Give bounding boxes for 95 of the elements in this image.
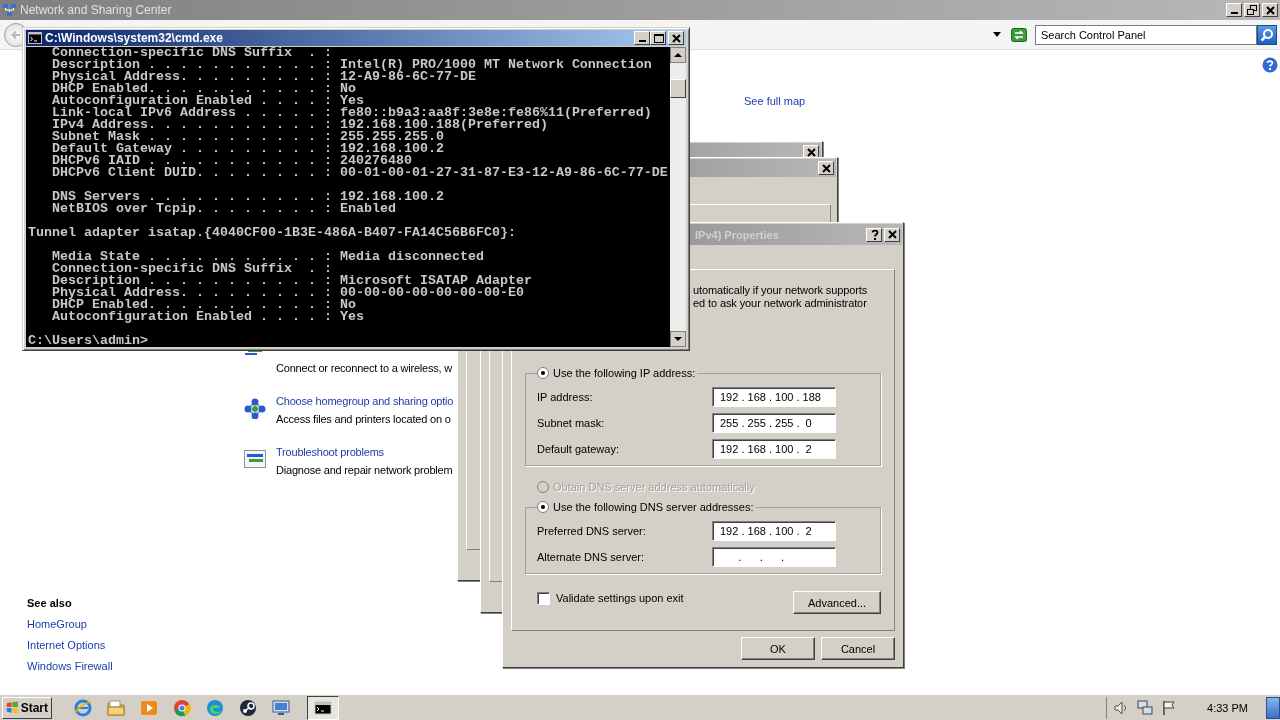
window-title: Network and Sharing Center [20, 3, 172, 17]
console-icon [28, 32, 42, 44]
ip-address-field[interactable]: 192 . 168 . 100 . 2 [712, 521, 836, 541]
ip-address-field[interactable]: 192 . 168 . 100 . 188 [712, 387, 836, 407]
play-icon [140, 698, 158, 717]
link[interactable]: Troubleshoot problems [276, 444, 384, 460]
section-heading: See also [27, 596, 73, 611]
ok-button[interactable]: OK [741, 637, 815, 660]
console-line: DHCPv6 IAID . . . . . . . . . . . : 240276480 [51, 155, 412, 167]
scrollbar[interactable] [670, 47, 686, 347]
close-icon [804, 145, 818, 159]
close-icon [669, 31, 683, 45]
description-text: ed to ask your network administrator [693, 297, 868, 310]
show-desktop-button[interactable] [1266, 696, 1280, 719]
task-description: Diagnose and repair network problem [276, 463, 453, 478]
folder-icon [107, 698, 125, 717]
refresh-icon [1011, 27, 1027, 42]
close-button[interactable] [668, 31, 684, 45]
close-icon [885, 228, 899, 241]
network-icon [1137, 699, 1154, 716]
task-description: Access files and printers located on o [276, 412, 452, 427]
network-icon [243, 448, 267, 470]
dropdown-icon [993, 32, 1001, 37]
console-line: Autoconfiguration Enabled . . . . : Yes [51, 95, 364, 107]
restore-button[interactable] [1244, 3, 1260, 17]
ip-address-field[interactable]: 255 . 255 . 255 . 0 [712, 413, 836, 433]
restore-icon [1245, 3, 1259, 17]
minimize-icon [638, 40, 646, 42]
console-icon [314, 698, 332, 717]
task-description: Connect or reconnect to a wireless, w [276, 361, 453, 376]
console-line: DHCP Enabled. . . . . . . . . . . : No [51, 83, 356, 95]
field-label: Default gateway: [537, 443, 620, 455]
console-line: Autoconfiguration Enabled . . . . : Yes [51, 311, 364, 323]
maximize-button[interactable] [650, 31, 666, 45]
console-line: NetBIOS over Tcpip. . . . . . . . : Enabled [51, 203, 396, 215]
console-line: Physical Address. . . . . . . . . : 00-00-00-00-00-00-00-E0 [51, 287, 524, 299]
console-line: DNS Servers . . . . . . . . . . . : 192.168.100.2 [51, 191, 444, 203]
console-line: Subnet Mask . . . . . . . . . . . : 255.255.255.0 [51, 131, 444, 143]
field-label: Preferred DNS server: [537, 525, 647, 537]
ip-address-field[interactable]: 192 . 168 . 100 . 2 [712, 439, 836, 459]
search-field[interactable]: Search Control Panel [1035, 24, 1257, 45]
browser-icon [206, 698, 224, 717]
minimize-button[interactable] [1226, 3, 1242, 17]
field-label: Subnet mask: [537, 417, 606, 429]
scroll-thumb[interactable] [670, 79, 686, 98]
search-button[interactable] [1257, 24, 1277, 45]
back-arrow-icon [10, 28, 22, 41]
checkbox[interactable]: Validate settings upon exit [537, 591, 684, 605]
field-label: IP address: [537, 391, 594, 403]
search-icon [1260, 27, 1274, 42]
clock: 4:33 PM [1207, 701, 1248, 714]
advanced-button[interactable]: Advanced... [793, 591, 881, 614]
browser-icon [74, 698, 92, 717]
description-text: utomatically if your network supports [693, 284, 869, 297]
console-line: Connection-specific DNS Suffix . : [51, 263, 332, 275]
flag-icon [6, 700, 19, 715]
refresh-button[interactable] [1011, 27, 1027, 42]
radio-button[interactable]: Use the following DNS server addresses: [537, 500, 756, 514]
console-line: Description . . . . . . . . . . . : Microsoft ISATAP Adapter [51, 275, 532, 287]
console-line: Tunnel adapter isatap.{4040CF00-1B3E-486A-B407-FA14C56B6FC0}: [28, 227, 516, 239]
close-icon [1263, 3, 1277, 17]
cancel-button[interactable]: Cancel [821, 637, 895, 660]
link[interactable]: HomeGroup [27, 616, 87, 632]
console-line: C:\Users\admin> [28, 335, 148, 347]
taskbar-button[interactable] [307, 695, 339, 720]
close-button[interactable] [818, 161, 834, 175]
network-nodes-icon [243, 397, 267, 419]
radio-button[interactable]: Use the following IP address: [537, 366, 698, 380]
console-line: Link-local IPv6 Address . . . . . : fe80::b9a3:aa8f:3e8e:fe86%11(Preferred) [51, 107, 652, 119]
close-button[interactable] [1262, 3, 1278, 17]
network-icon [2, 2, 17, 18]
link[interactable]: See full map [744, 94, 806, 108]
minimize-button[interactable] [634, 31, 650, 45]
console-line: DHCP Enabled. . . . . . . . . . . : No [51, 299, 356, 311]
close-icon [819, 161, 833, 175]
console-line: DHCPv6 Client DUID. . . . . . . . : 00-01-00-01-27-31-87-E3-12-A9-86-6C-77-DE [51, 167, 668, 179]
console-line: Physical Address. . . . . . . . . : 12-A9-86-6C-77-DE [51, 71, 476, 83]
minimize-icon [1230, 12, 1238, 14]
monitor-icon [272, 698, 290, 717]
browser-icon [173, 698, 191, 717]
close-button[interactable] [884, 227, 900, 242]
link[interactable]: Windows Firewall [27, 658, 113, 674]
field-label: Alternate DNS server: [537, 551, 645, 563]
circle-link-icon [239, 698, 257, 717]
link[interactable]: Choose homegroup and sharing optio [276, 393, 454, 409]
window-title: C:\Windows\system32\cmd.exe [45, 31, 223, 45]
console-line: Description . . . . . . . . . . . : Intel(R) PRO/1000 MT Network Connection [51, 59, 652, 71]
flag-icon [1161, 699, 1178, 716]
console-line: IPv4 Address. . . . . . . . . . . : 192.168.100.188(Preferred) [51, 119, 548, 131]
console-line: Default Gateway . . . . . . . . . : 192.168.100.2 [51, 143, 444, 155]
start-button[interactable]: Start [2, 696, 52, 719]
help-button[interactable] [866, 227, 882, 242]
ip-address-field[interactable]: . . . [712, 547, 836, 567]
console-line: Media State . . . . . . . . . . . : Media disconnected [51, 251, 484, 263]
link[interactable]: Internet Options [27, 637, 106, 653]
